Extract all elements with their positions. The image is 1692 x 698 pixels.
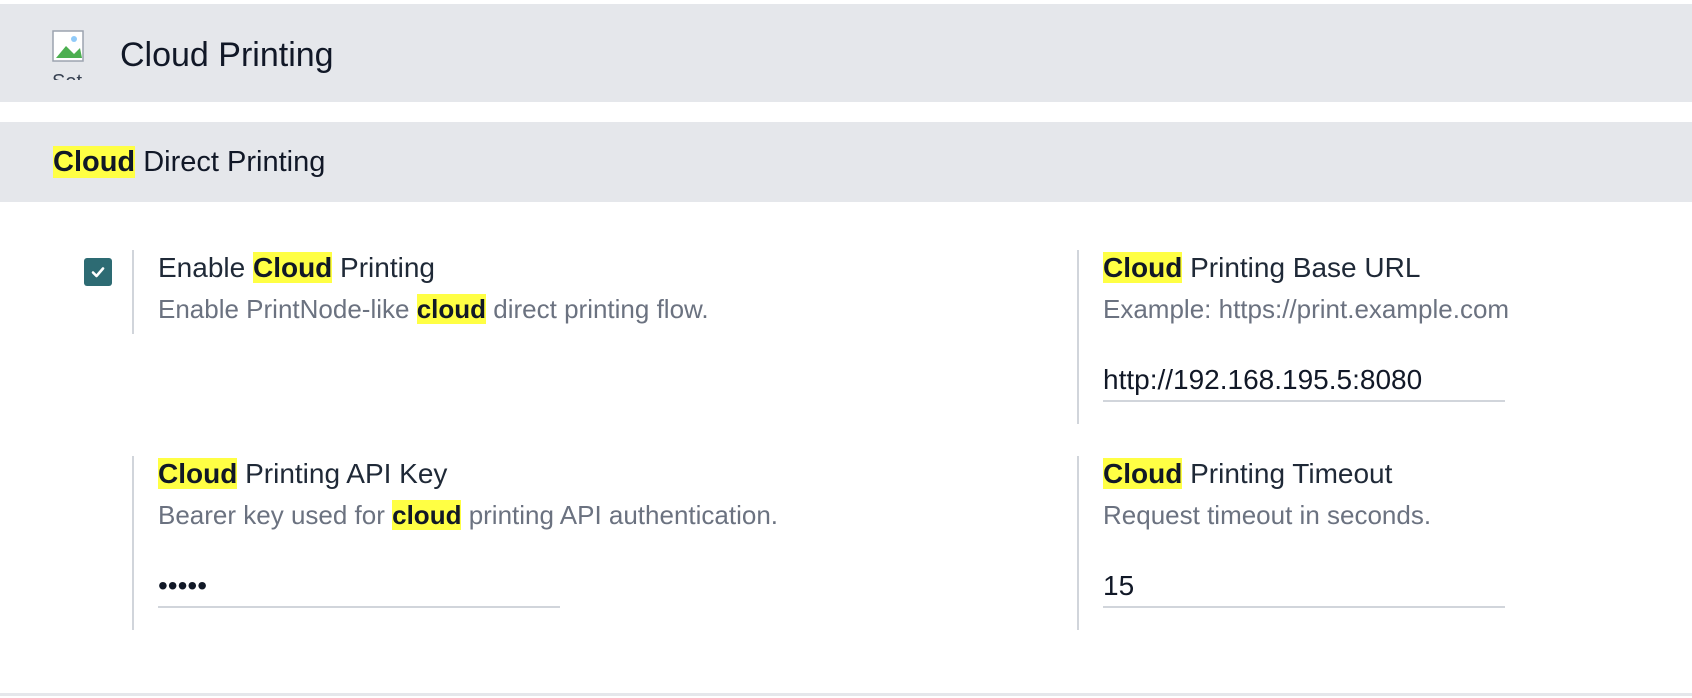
search-highlight: Cloud [252,252,333,283]
setting-help: Enable PrintNode-like cloud direct print… [158,294,709,324]
setting-cloud-printing-api-key: Cloud Printing API Key Bearer key used f… [132,456,778,630]
search-highlight: Cloud [1103,458,1183,489]
bottom-divider [0,693,1692,696]
app-header: Set Cloud Printing [0,4,1692,102]
setting-enable-cloud-printing: Enable Cloud Printing Enable PrintNode-l… [132,250,709,334]
base-url-input[interactable] [1103,360,1505,402]
setting-help: Example: https://print.example.com [1103,294,1510,324]
svg-text:Set: Set [52,71,82,80]
section-header: Cloud Direct Printing [0,122,1692,202]
setting-help: Bearer key used for cloud printing API a… [158,500,779,530]
api-key-input[interactable] [158,566,560,608]
setting-cloud-printing-timeout: Cloud Printing Timeout Request timeout i… [1077,456,1505,630]
section-title: Cloud Direct Printing [53,144,325,180]
setting-help: Request timeout in seconds. [1103,500,1432,530]
enable-cloud-printing-checkbox[interactable] [84,258,112,286]
search-highlight: Cloud [53,146,136,178]
search-highlight: cloud [392,500,462,530]
setting-label: Cloud Printing API Key [158,458,448,489]
checkmark-icon [91,267,105,278]
section-title-text: Direct Printing [135,146,326,178]
setting-label[interactable]: Enable Cloud Printing [158,250,709,286]
setting-label: Cloud Printing Timeout [1103,458,1393,489]
search-highlight: cloud [416,294,487,324]
setting-label: Cloud Printing Base URL [1103,252,1421,283]
timeout-input[interactable] [1103,566,1505,608]
app-title: Cloud Printing [120,36,334,74]
search-highlight: Cloud [158,458,238,489]
search-highlight: Cloud [1103,252,1183,283]
setting-cloud-printing-base-url: Cloud Printing Base URL Example: https:/… [1077,250,1509,424]
broken-image-icon: Set [52,30,102,80]
